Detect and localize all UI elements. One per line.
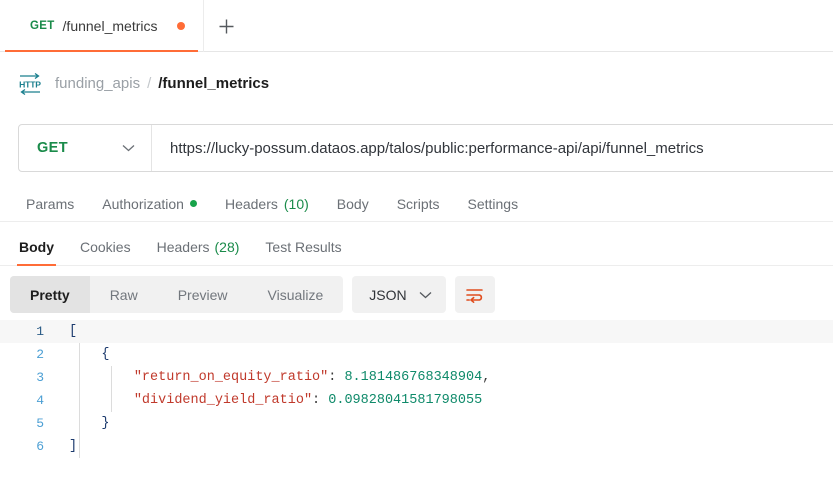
word-wrap-icon xyxy=(466,288,483,303)
response-tabs: Body Cookies Headers (28) Test Results xyxy=(0,228,833,266)
code-line-text: [ xyxy=(56,324,833,339)
tab-settings-label: Settings xyxy=(467,195,519,212)
tab-params[interactable]: Params xyxy=(12,186,88,222)
code-line: 3 "return_on_equity_ratio": 8.1814867683… xyxy=(0,366,833,389)
view-preview-button[interactable]: Preview xyxy=(158,276,248,313)
http-method-label: GET xyxy=(37,140,69,156)
response-tab-body-label: Body xyxy=(19,238,54,255)
request-tab-label: /funnel_metrics xyxy=(62,18,158,34)
view-pretty-button[interactable]: Pretty xyxy=(10,276,90,313)
breadcrumb: HTTP funding_apis / /funnel_metrics xyxy=(0,52,833,115)
view-visualize-button[interactable]: Visualize xyxy=(248,276,344,313)
url-bar: GET https://lucky-possum.dataos.app/talo… xyxy=(18,124,833,172)
response-language-label: JSON xyxy=(369,286,407,303)
active-response-tab-indicator xyxy=(17,263,56,266)
line-number: 6 xyxy=(36,439,44,454)
chevron-down-icon xyxy=(122,145,135,152)
tab-scripts[interactable]: Scripts xyxy=(383,186,454,222)
request-tab-method: GET xyxy=(30,20,55,32)
tab-authorization-label: Authorization xyxy=(102,195,184,212)
request-config-tabs: Params Authorization Headers (10) Body S… xyxy=(0,186,833,222)
code-line: 2 { xyxy=(0,343,833,366)
code-token: } xyxy=(69,416,110,431)
http-method-select[interactable]: GET xyxy=(19,125,152,171)
tab-headers[interactable]: Headers (10) xyxy=(211,186,323,222)
response-tab-cookies-label: Cookies xyxy=(80,238,131,255)
unsaved-changes-dot xyxy=(177,22,186,30)
tab-body[interactable]: Body xyxy=(323,186,383,222)
code-token: 0.09828041581798055 xyxy=(328,393,483,408)
code-token: [ xyxy=(69,324,78,339)
code-line-text: { xyxy=(56,347,833,362)
code-line: 5 } xyxy=(0,412,833,435)
svg-text:HTTP: HTTP xyxy=(19,79,41,89)
view-preview-label: Preview xyxy=(177,286,228,303)
code-line-text: ] xyxy=(56,439,833,454)
code-token: , xyxy=(482,370,491,385)
response-body-viewer[interactable]: 1[2 {3 "return_on_equity_ratio": 8.18148… xyxy=(0,320,833,500)
code-line: 4 "dividend_yield_ratio": 0.098280415817… xyxy=(0,389,833,412)
word-wrap-toggle-button[interactable] xyxy=(454,276,495,313)
tab-params-label: Params xyxy=(26,195,75,212)
line-number: 3 xyxy=(36,370,44,385)
response-tab-headers-label: Headers xyxy=(156,238,210,255)
breadcrumb-collection[interactable]: funding_apis xyxy=(55,75,140,92)
view-raw-button[interactable]: Raw xyxy=(90,276,158,313)
line-number: 4 xyxy=(36,393,44,408)
response-tab-headers[interactable]: Headers (28) xyxy=(144,228,253,266)
url-input[interactable]: https://lucky-possum.dataos.app/talos/pu… xyxy=(152,125,833,171)
code-token: 8.181486768348904 xyxy=(344,370,483,385)
tab-headers-label: Headers xyxy=(224,195,278,212)
response-view-group: Pretty Raw Preview Visualize xyxy=(10,276,344,313)
request-tab-funnel-metrics[interactable]: GET /funnel_metrics xyxy=(0,0,205,52)
code-line-text: "return_on_equity_ratio": 8.181486768348… xyxy=(56,370,833,385)
tab-scripts-label: Scripts xyxy=(396,195,440,212)
tab-body-label: Body xyxy=(336,195,369,212)
response-tab-headers-count: (28) xyxy=(214,238,240,255)
view-pretty-label: Pretty xyxy=(30,286,70,303)
code-line-text: "dividend_yield_ratio": 0.09828041581798… xyxy=(56,393,833,408)
tab-settings[interactable]: Settings xyxy=(454,186,533,222)
code-line: 6] xyxy=(0,435,833,458)
breadcrumb-current-request[interactable]: /funnel_metrics xyxy=(158,75,269,92)
request-tab-strip: GET /funnel_metrics xyxy=(0,0,833,52)
plus-icon xyxy=(219,19,234,33)
code-line: 1[ xyxy=(0,320,833,343)
response-tab-test-results[interactable]: Test Results xyxy=(252,228,354,266)
tab-authorization[interactable]: Authorization xyxy=(88,186,211,222)
line-number: 5 xyxy=(36,416,44,431)
view-visualize-label: Visualize xyxy=(267,286,324,303)
code-line-text: } xyxy=(56,416,833,431)
line-number: 2 xyxy=(36,347,44,362)
tab-headers-count: (10) xyxy=(283,195,309,212)
code-token: ] xyxy=(69,439,78,454)
response-tab-cookies[interactable]: Cookies xyxy=(67,228,144,266)
new-tab-button[interactable] xyxy=(204,0,248,52)
code-token: "return_on_equity_ratio" xyxy=(133,370,329,385)
code-token: : xyxy=(328,370,345,385)
code-token: "dividend_yield_ratio" xyxy=(133,393,313,408)
response-tab-test-results-label: Test Results xyxy=(265,238,342,255)
code-token: { xyxy=(69,347,110,362)
code-line-list: 1[2 {3 "return_on_equity_ratio": 8.18148… xyxy=(0,320,833,458)
chevron-down-icon xyxy=(419,291,432,298)
view-raw-label: Raw xyxy=(109,286,138,303)
response-language-select[interactable]: JSON xyxy=(352,276,446,313)
line-number: 1 xyxy=(36,324,44,339)
response-format-toolbar: Pretty Raw Preview Visualize JSON xyxy=(10,276,495,313)
response-tab-body[interactable]: Body xyxy=(6,228,67,266)
code-token: : xyxy=(312,393,329,408)
authorization-configured-dot xyxy=(189,200,197,207)
breadcrumb-separator: / xyxy=(147,75,152,92)
http-protocol-icon: HTTP xyxy=(19,72,41,95)
